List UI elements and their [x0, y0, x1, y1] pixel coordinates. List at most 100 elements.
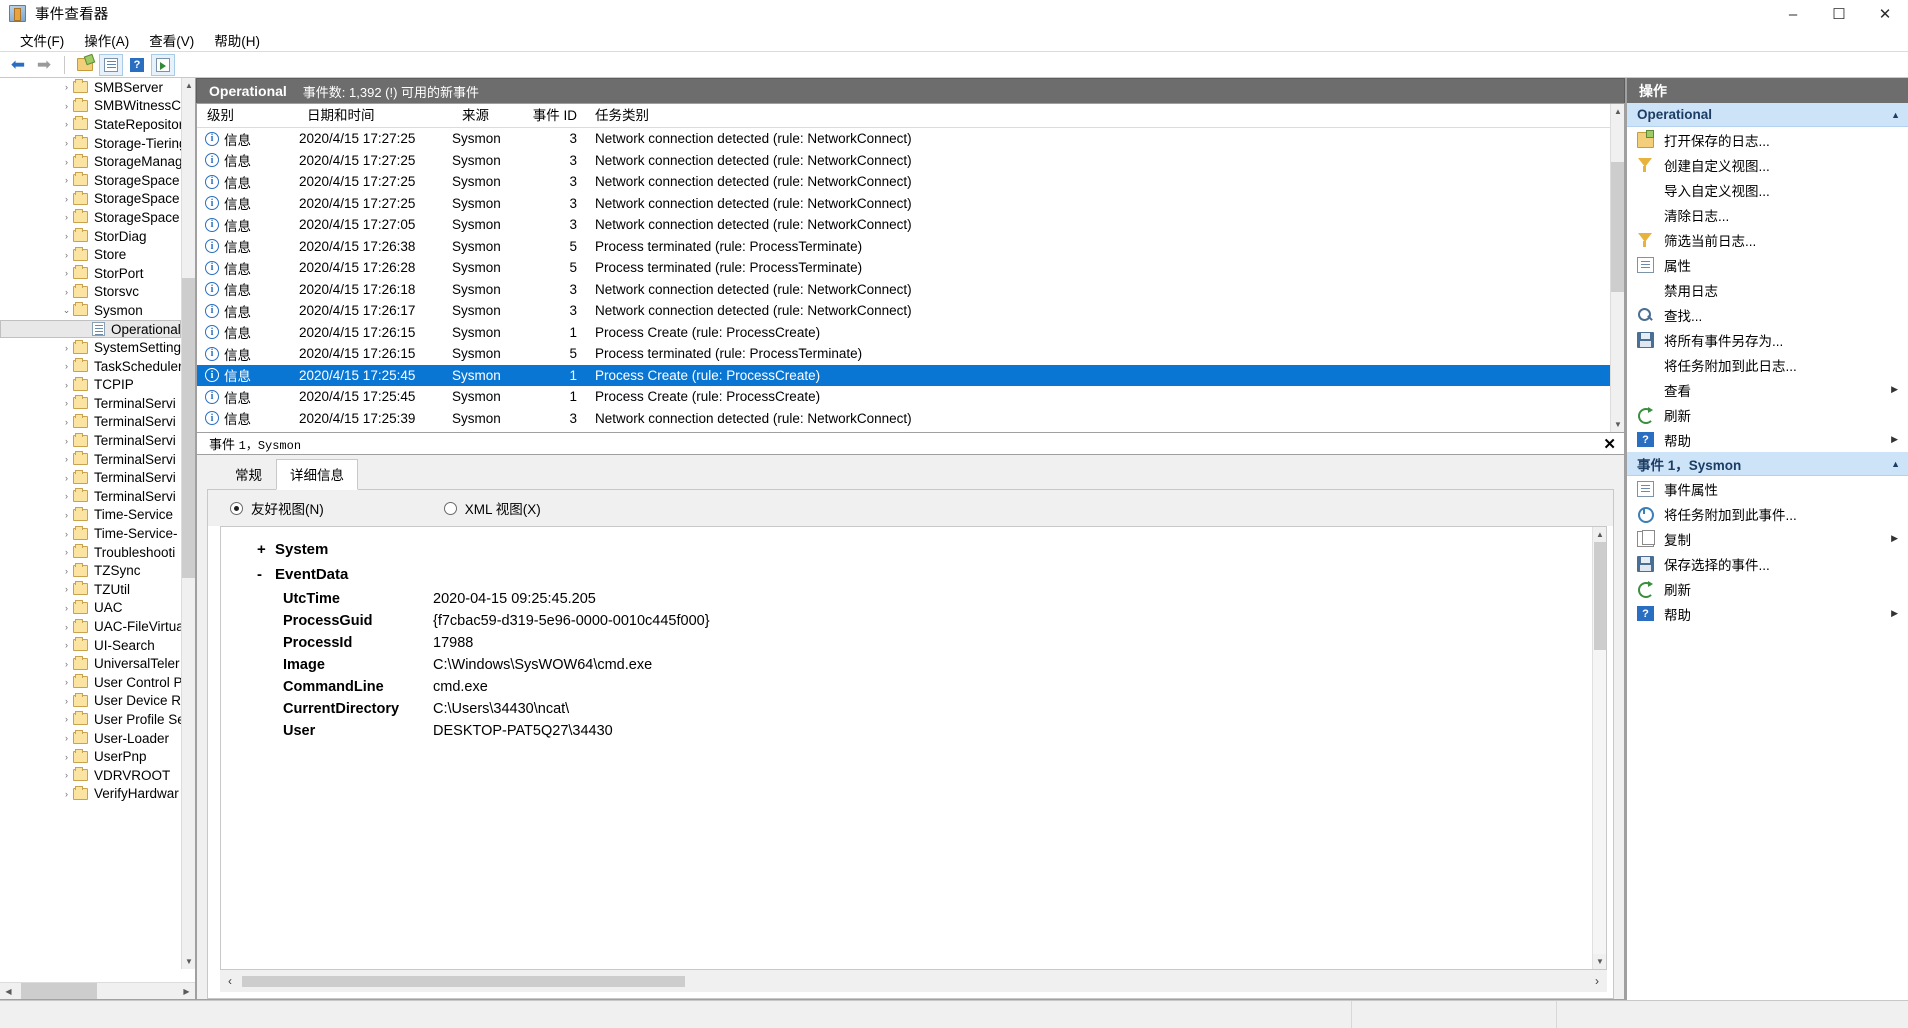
tree-item-taskscheduler[interactable]: › TaskScheduler	[0, 357, 181, 376]
chevron-right-icon[interactable]: ›	[60, 194, 73, 204]
submenu-arrow-icon[interactable]: ▶	[1891, 434, 1898, 445]
tree-item-terminalservi[interactable]: › TerminalServi	[0, 450, 181, 469]
detail-scroll-left-icon[interactable]: ‹	[220, 971, 240, 991]
tab-details[interactable]: 详细信息	[276, 459, 358, 490]
chevron-right-icon[interactable]: ›	[60, 361, 73, 371]
tree-item-storagespace[interactable]: › StorageSpace	[0, 171, 181, 190]
menu-help[interactable]: 帮助(H)	[204, 28, 270, 52]
tree-item-storagemanag[interactable]: › StorageManag	[0, 152, 181, 171]
tree-item-store[interactable]: › Store	[0, 245, 181, 264]
collapse-icon[interactable]: ▲	[1891, 459, 1900, 469]
event-rows[interactable]: i 信息 2020/4/15 17:27:25 Sysmon 3 Network conn…	[197, 128, 1624, 429]
tree-item-stordiag[interactable]: › StorDiag	[0, 227, 181, 246]
detail-vertical-scrollbar[interactable]: ▲ ▼	[1592, 527, 1606, 969]
tree-item-time-service[interactable]: › Time-Service	[0, 506, 181, 525]
tree-item-smbserver[interactable]: › SMBServer	[0, 78, 181, 97]
chevron-right-icon[interactable]: ›	[60, 212, 73, 222]
detail-scroll-right-icon[interactable]: ›	[1587, 971, 1607, 991]
event-row[interactable]: i 信息 2020/4/15 17:26:18 Sysmon 3 Network conn…	[197, 279, 1624, 301]
action-item-9[interactable]: 将所有事件另存为...	[1627, 327, 1908, 352]
tree-item-userpnp[interactable]: › UserPnp	[0, 747, 181, 766]
column-source[interactable]: 来源	[452, 104, 527, 128]
node-system[interactable]: + System	[257, 541, 1592, 558]
chevron-right-icon[interactable]: ›	[60, 510, 73, 520]
tree-item-storsvc[interactable]: › Storsvc	[0, 283, 181, 302]
chevron-right-icon[interactable]: ›	[60, 677, 73, 687]
tree-item-universalteler[interactable]: › UniversalTeler	[0, 654, 181, 673]
chevron-right-icon[interactable]: ›	[60, 529, 73, 539]
action-item-4[interactable]: 清除日志...	[1627, 202, 1908, 227]
event-row[interactable]: i 信息 2020/4/15 17:27:25 Sysmon 3 Network conn…	[197, 193, 1624, 215]
tree-item-user-control-p[interactable]: › User Control P	[0, 673, 181, 692]
action-item-1[interactable]: 事件属性	[1627, 476, 1908, 501]
chevron-right-icon[interactable]: ›	[60, 789, 73, 799]
chevron-right-icon[interactable]: ›	[60, 696, 73, 706]
tree-scroll-thumb[interactable]	[182, 278, 195, 578]
chevron-right-icon[interactable]: ›	[60, 491, 73, 501]
chevron-right-icon[interactable]: ›	[60, 733, 73, 743]
chevron-right-icon[interactable]: ›	[60, 566, 73, 576]
submenu-arrow-icon[interactable]: ▶	[1891, 384, 1898, 395]
tab-general[interactable]: 常规	[221, 459, 276, 489]
tree-item-staterepositor[interactable]: › StateRepositor	[0, 115, 181, 134]
tree-item-storport[interactable]: › StorPort	[0, 264, 181, 283]
action-item-6[interactable]: 属性	[1627, 252, 1908, 277]
chevron-right-icon[interactable]: ›	[60, 82, 73, 92]
tree-item-sysmon[interactable]: ⌄ Sysmon	[0, 301, 181, 320]
help-button[interactable]: ?	[125, 54, 149, 76]
close-button[interactable]: ✕	[1862, 0, 1908, 28]
tree-scroll-left-icon[interactable]: ◀	[0, 983, 17, 1000]
run-button[interactable]	[151, 53, 175, 76]
chevron-right-icon[interactable]: ›	[60, 436, 73, 446]
chevron-right-icon[interactable]: ›	[60, 547, 73, 557]
chevron-right-icon[interactable]: ›	[60, 417, 73, 427]
list-scroll-thumb[interactable]	[1611, 162, 1624, 292]
action-item-7[interactable]: 禁用日志	[1627, 277, 1908, 302]
tree-item-tcpip[interactable]: › TCPIP	[0, 376, 181, 395]
column-level[interactable]: 级别	[197, 104, 297, 128]
chevron-right-icon[interactable]: ›	[60, 231, 73, 241]
tree-vertical-scrollbar[interactable]: ▲ ▼	[181, 78, 195, 969]
minimize-button[interactable]: –	[1770, 0, 1816, 28]
action-item-12[interactable]: 刷新	[1627, 402, 1908, 427]
tree-item-user-device-r[interactable]: › User Device R	[0, 692, 181, 711]
detail-scroll-down-icon[interactable]: ▼	[1593, 954, 1606, 969]
chevron-right-icon[interactable]: ›	[60, 250, 73, 260]
chevron-right-icon[interactable]: ›	[60, 770, 73, 780]
chevron-right-icon[interactable]: ›	[60, 622, 73, 632]
event-row[interactable]: i 信息 2020/4/15 17:27:25 Sysmon 3 Network conn…	[197, 128, 1624, 150]
tree-item-tzutil[interactable]: › TZUtil	[0, 580, 181, 599]
list-scroll-down-icon[interactable]: ▼	[1611, 417, 1624, 432]
tree-item-user-profile-se[interactable]: › User Profile Se	[0, 710, 181, 729]
action-item-10[interactable]: 将任务附加到此日志...	[1627, 352, 1908, 377]
action-item-4[interactable]: 保存选择的事件...	[1627, 551, 1908, 576]
detail-scroll-thumb[interactable]	[1594, 542, 1606, 650]
node-eventdata[interactable]: - EventData	[257, 566, 1592, 583]
submenu-arrow-icon[interactable]: ▶	[1891, 608, 1898, 619]
menu-file[interactable]: 文件(F)	[10, 28, 74, 52]
open-folder-button[interactable]	[73, 54, 97, 76]
submenu-arrow-icon[interactable]: ▶	[1891, 533, 1898, 544]
tree-item-terminalservi[interactable]: › TerminalServi	[0, 487, 181, 506]
actions-group-header[interactable]: Operational ▲	[1627, 103, 1908, 127]
tree-item-operational[interactable]: Operational	[0, 319, 181, 339]
chevron-right-icon[interactable]: ›	[60, 175, 73, 185]
chevron-right-icon[interactable]: ›	[60, 343, 73, 353]
event-row[interactable]: i 信息 2020/4/15 17:26:38 Sysmon 5 Process term…	[197, 236, 1624, 258]
event-row[interactable]: i 信息 2020/4/15 17:25:45 Sysmon 1 Process Crea…	[197, 386, 1624, 408]
chevron-right-icon[interactable]: ›	[60, 268, 73, 278]
radio-xml-view[interactable]: XML 视图(X)	[443, 498, 541, 518]
tree-item-verifyhardwar[interactable]: › VerifyHardwar	[0, 785, 181, 804]
detail-close-icon[interactable]: ✕	[1603, 435, 1616, 453]
event-row[interactable]: i 信息 2020/4/15 17:27:25 Sysmon 3 Network conn…	[197, 171, 1624, 193]
action-item-5[interactable]: 筛选当前日志...	[1627, 227, 1908, 252]
action-item-3[interactable]: 导入自定义视图...	[1627, 177, 1908, 202]
chevron-right-icon[interactable]: ›	[60, 119, 73, 129]
tree-item-uac[interactable]: › UAC	[0, 599, 181, 618]
menu-action[interactable]: 操作(A)	[74, 28, 139, 52]
chevron-right-icon[interactable]: ›	[60, 380, 73, 390]
tree-item-terminalservi[interactable]: › TerminalServi	[0, 413, 181, 432]
list-scroll-up-icon[interactable]: ▲	[1611, 104, 1624, 119]
column-date[interactable]: 日期和时间	[297, 104, 452, 128]
console-tree[interactable]: › SMBServer › SMBWitnessC › StateRepositor › St…	[0, 78, 181, 969]
